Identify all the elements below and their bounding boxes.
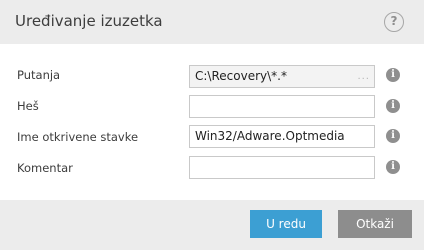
dialog-footer: U redu Otkaži bbox=[0, 200, 424, 250]
browse-dots-icon[interactable]: ... bbox=[357, 66, 370, 87]
ok-button[interactable]: U redu bbox=[250, 210, 322, 238]
hash-field[interactable] bbox=[189, 95, 375, 118]
comment-field[interactable] bbox=[189, 156, 375, 179]
hash-info-icon[interactable]: i bbox=[386, 99, 400, 113]
comment-info-icon[interactable]: i bbox=[386, 160, 400, 174]
detected-name-info-icon[interactable]: i bbox=[386, 129, 400, 143]
path-value: C:\Recovery\*.* bbox=[195, 69, 287, 83]
detected-name-label: Ime otkrivene stavke bbox=[17, 130, 139, 144]
dialog-header: Uređivanje izuzetka ? bbox=[0, 0, 424, 44]
dialog-body: Putanja C:\Recovery\*.* ... i Heš i Ime … bbox=[0, 44, 424, 200]
detected-name-field[interactable]: Win32/Adware.Optmedia bbox=[189, 125, 375, 148]
dialog-title: Uređivanje izuzetka bbox=[15, 12, 163, 30]
path-info-icon[interactable]: i bbox=[386, 68, 400, 82]
hash-label: Heš bbox=[17, 99, 39, 113]
path-field[interactable]: C:\Recovery\*.* ... bbox=[189, 65, 375, 88]
comment-label: Komentar bbox=[17, 161, 73, 175]
edit-exclusion-dialog: Uređivanje izuzetka ? Putanja C:\Recover… bbox=[0, 0, 424, 250]
help-icon[interactable]: ? bbox=[384, 12, 404, 32]
cancel-button[interactable]: Otkaži bbox=[338, 210, 412, 238]
path-label: Putanja bbox=[17, 68, 61, 82]
